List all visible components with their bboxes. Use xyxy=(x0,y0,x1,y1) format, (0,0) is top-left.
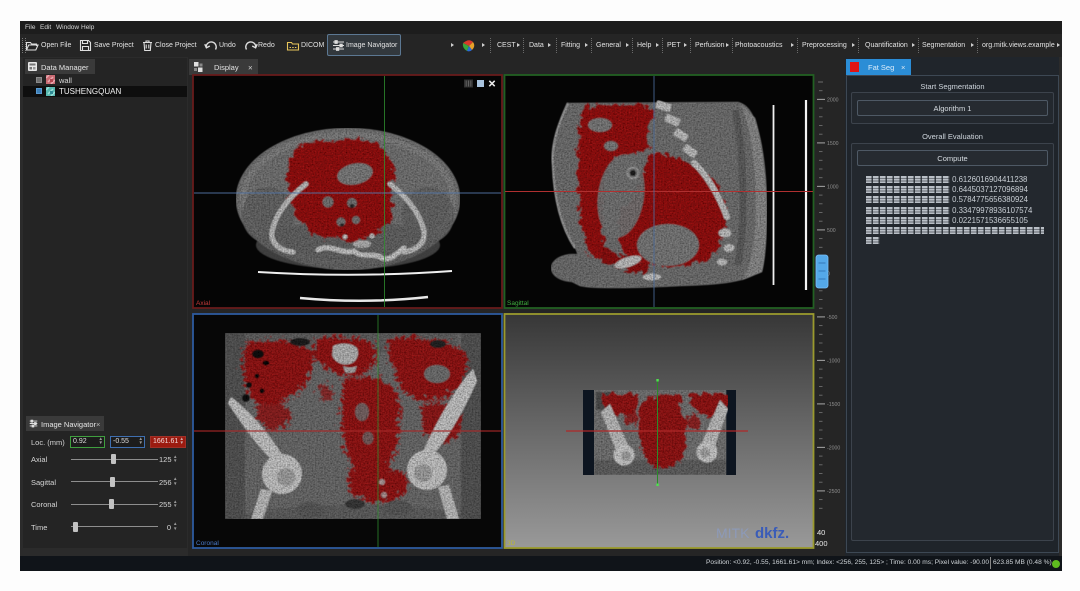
svg-text:Sagittal: Sagittal xyxy=(507,300,529,307)
svg-text:-500: -500 xyxy=(827,315,837,321)
svg-text:dkfz.: dkfz. xyxy=(755,525,789,542)
svg-text:2000: 2000 xyxy=(827,97,839,103)
svg-text:1500: 1500 xyxy=(827,141,839,147)
svg-text:500: 500 xyxy=(827,228,836,234)
svg-text:40: 40 xyxy=(817,528,825,537)
svg-text:Coronal: Coronal xyxy=(196,540,219,547)
svg-text:-2000: -2000 xyxy=(827,445,840,451)
svg-text:Display: Display xyxy=(214,63,239,72)
svg-text:Axial: Axial xyxy=(196,300,211,307)
svg-text:400: 400 xyxy=(815,539,828,548)
svg-text:×: × xyxy=(248,64,253,73)
svg-text:-2500: -2500 xyxy=(827,489,840,495)
svg-text:-1000: -1000 xyxy=(827,358,840,364)
svg-text:1000: 1000 xyxy=(827,184,839,190)
svg-text:MITK: MITK xyxy=(716,525,750,541)
svg-text:3D: 3D xyxy=(507,540,516,547)
svg-text:-1500: -1500 xyxy=(827,402,840,408)
